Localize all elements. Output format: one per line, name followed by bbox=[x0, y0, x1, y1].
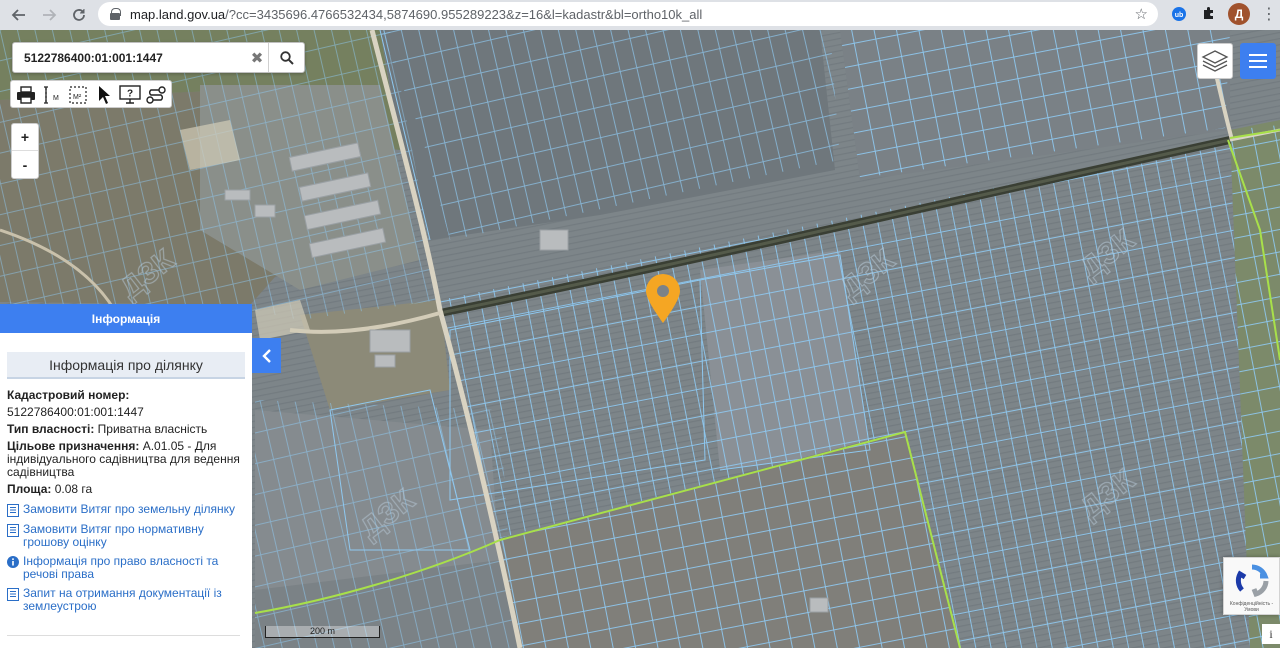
layers-button[interactable] bbox=[1197, 43, 1233, 79]
browser-toolbar: map.land.gov.ua/?cc=3435696.4766532434,5… bbox=[0, 0, 1280, 30]
recaptcha-icon bbox=[1235, 564, 1269, 598]
url-host: map.land.gov.ua bbox=[130, 6, 226, 22]
area-row: Площа: 0.08 га bbox=[7, 482, 93, 496]
main-menu-button[interactable] bbox=[1240, 43, 1276, 79]
zoom-control: + - bbox=[11, 123, 39, 179]
svg-text:M²: M² bbox=[73, 94, 82, 101]
zoom-out-button[interactable]: - bbox=[12, 151, 38, 178]
map-scale-bar: 200 m bbox=[265, 626, 380, 638]
order-valuation-link[interactable]: Замовити Витяг про нормативну грошову оц… bbox=[7, 523, 245, 549]
extension-icon[interactable]: ub bbox=[1168, 3, 1190, 25]
search-input[interactable] bbox=[13, 43, 246, 72]
svg-text:M: M bbox=[53, 95, 59, 102]
cadastral-search-box: ✖ bbox=[12, 42, 305, 73]
help-screen-icon[interactable]: ? bbox=[117, 82, 143, 108]
info-icon[interactable]: i bbox=[1262, 624, 1280, 644]
document-icon bbox=[7, 588, 19, 601]
reload-icon[interactable] bbox=[66, 2, 92, 28]
info-circle-icon bbox=[7, 556, 19, 568]
cadastral-value: 5122786400:01:001:1447 bbox=[7, 405, 144, 419]
profile-avatar[interactable]: Д bbox=[1228, 3, 1250, 25]
forward-icon[interactable] bbox=[36, 2, 62, 28]
address-bar[interactable]: map.land.gov.ua/?cc=3435696.4766532434,5… bbox=[98, 2, 1158, 26]
kebab-menu-icon[interactable]: ⋮ bbox=[1258, 3, 1280, 25]
measure-area-icon[interactable]: M² bbox=[65, 82, 91, 108]
bookmark-star-icon[interactable]: ☆ bbox=[1135, 5, 1148, 23]
ownership-info-link[interactable]: Інформація про право власності та речові… bbox=[7, 555, 245, 581]
route-icon[interactable] bbox=[143, 82, 169, 108]
measure-length-icon[interactable]: M bbox=[39, 82, 65, 108]
collapse-panel-button[interactable] bbox=[252, 338, 281, 373]
layers-icon bbox=[1201, 50, 1229, 72]
clear-icon[interactable]: ✖ bbox=[246, 49, 268, 67]
panel-divider bbox=[7, 635, 240, 636]
cadastral-label: Кадастровий номер: bbox=[7, 388, 130, 402]
url-path: /?cc=3435696.4766532434,5874690.95528922… bbox=[225, 6, 703, 22]
document-icon bbox=[7, 504, 19, 517]
svg-text:ub: ub bbox=[1175, 12, 1184, 19]
panel-header: Інформація bbox=[0, 304, 252, 333]
info-panel: Інформація Інформація про ділянку Кадаст… bbox=[0, 304, 252, 648]
puzzle-icon[interactable] bbox=[1198, 3, 1220, 25]
zoom-in-button[interactable]: + bbox=[12, 124, 38, 151]
search-icon bbox=[279, 50, 294, 65]
map-toolbar: M M² ? bbox=[10, 80, 172, 108]
recaptcha-badge[interactable]: Конфіденційність - Умови bbox=[1223, 557, 1280, 615]
lock-icon bbox=[110, 8, 121, 20]
print-icon[interactable] bbox=[13, 82, 39, 108]
svg-text:?: ? bbox=[127, 89, 133, 100]
select-pointer-icon[interactable] bbox=[91, 82, 117, 108]
order-extract-link[interactable]: Замовити Витяг про земельну ділянку bbox=[7, 503, 245, 517]
document-icon bbox=[7, 524, 19, 537]
hamburger-icon bbox=[1249, 54, 1267, 56]
purpose-row: Цільове призначення: А.01.05 - Для індив… bbox=[7, 439, 240, 479]
search-button[interactable] bbox=[268, 43, 304, 72]
recaptcha-privacy-text: Конфіденційність - Умови bbox=[1229, 601, 1274, 613]
land-documentation-link[interactable]: Запит на отримання документації із земле… bbox=[7, 587, 245, 613]
chevron-left-icon bbox=[261, 348, 271, 363]
ownership-row: Тип власності: Приватна власність bbox=[7, 422, 208, 436]
panel-title: Інформація про ділянку bbox=[7, 352, 245, 379]
back-icon[interactable] bbox=[6, 2, 32, 28]
